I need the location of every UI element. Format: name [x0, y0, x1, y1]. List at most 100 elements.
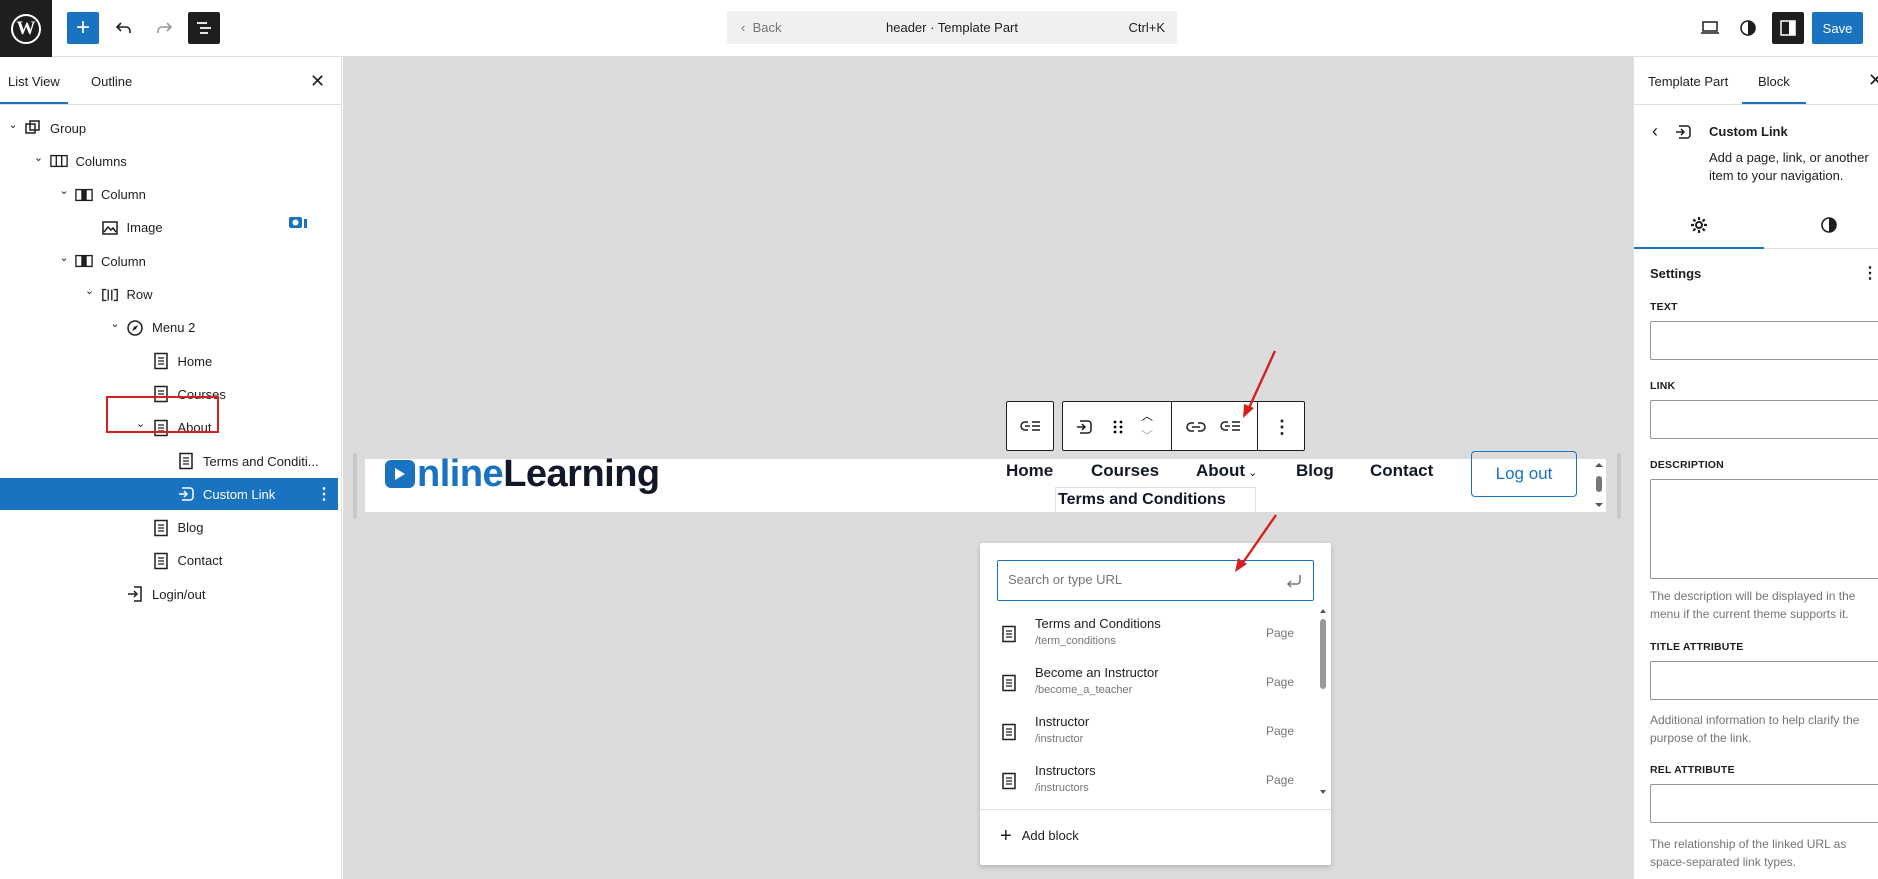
custom-link-icon [177, 485, 195, 503]
more-vertical-icon[interactable]: ⋮ [316, 484, 332, 504]
settings-sidebar: Template Part Block ✕ ‹ Custom Link Add … [1633, 57, 1878, 879]
nav-link-about[interactable]: About ⌄ [1196, 461, 1257, 481]
tree-item-custom-link[interactable]: Custom Link ⋮ [0, 478, 338, 511]
wordpress-logo-button[interactable]: W [0, 0, 52, 57]
tab-block[interactable]: Block [1742, 74, 1806, 104]
tree-item-label: Login/out [152, 586, 206, 602]
result-url: /instructors [1035, 782, 1089, 794]
tree-item-group[interactable]: ⌄ Group [0, 112, 338, 144]
document-title: header · Template Part [886, 20, 1018, 35]
block-card-title: Custom Link [1709, 124, 1788, 139]
tab-template-part[interactable]: Template Part [1648, 74, 1728, 89]
select-parent-button[interactable] [1019, 416, 1041, 438]
drag-icon [1113, 420, 1123, 434]
tree-item-row[interactable]: ⌄ Row [0, 279, 338, 311]
styles-button[interactable] [1732, 12, 1764, 44]
submenu-item[interactable]: Terms and Conditions [1055, 487, 1256, 513]
move-up-button[interactable]: ︿ [1136, 408, 1158, 423]
active-tab-indicator [1634, 247, 1764, 249]
tree-item-contact[interactable]: Contact [0, 545, 338, 577]
add-block-button[interactable]: + Add block [1000, 826, 1079, 846]
link-button[interactable] [1185, 416, 1207, 438]
site-logo[interactable]: nline Learning [385, 452, 660, 496]
add-submenu-button[interactable] [1219, 416, 1241, 438]
document-overview-button[interactable] [188, 12, 220, 44]
desktop-icon [1701, 21, 1719, 34]
close-icon[interactable]: ✕ [1868, 70, 1878, 91]
enter-icon[interactable] [1285, 572, 1303, 590]
undo-button[interactable] [108, 12, 140, 44]
tree-item-menu-2[interactable]: ⌄ Menu 2 [0, 312, 338, 344]
search-result-item[interactable]: Instructors/instructors Page [997, 758, 1300, 807]
chevron-up-icon: ︿ [1140, 408, 1153, 423]
annotation-highlight-box [106, 396, 219, 433]
tree-item-label: Contact [177, 553, 223, 569]
tree-item-column[interactable]: ⌄ Column [0, 179, 338, 211]
description-textarea[interactable] [1650, 479, 1878, 579]
resize-handle-left[interactable] [353, 453, 357, 519]
contrast-icon[interactable] [1820, 216, 1838, 234]
tree-item-login-out[interactable]: Login/out [0, 578, 338, 610]
tree-item-home[interactable]: Home [0, 345, 338, 377]
redo-button[interactable] [148, 12, 180, 44]
move-down-button[interactable]: ﹀ [1136, 428, 1158, 443]
text-field[interactable] [1650, 321, 1878, 360]
tree-item-columns[interactable]: ⌄ Columns [0, 145, 338, 177]
chevron-left-icon[interactable]: ‹ [1652, 121, 1658, 142]
tree-item-column[interactable]: ⌄ Column [0, 245, 338, 277]
more-vertical-icon[interactable]: ⋮ [1862, 263, 1878, 283]
gear-icon[interactable] [1690, 216, 1708, 234]
close-icon[interactable]: ✕ [310, 71, 325, 92]
chevron-down-icon[interactable]: ⌄ [58, 251, 70, 264]
page-icon [1001, 772, 1019, 790]
page-icon [1001, 625, 1019, 643]
nav-link-blog[interactable]: Blog [1296, 461, 1334, 481]
image-badge-icon [289, 217, 307, 228]
search-result-item[interactable]: Instructor/instructor Page [997, 709, 1300, 758]
preview-device-button[interactable] [1694, 12, 1726, 44]
nav-link-courses[interactable]: Courses [1091, 461, 1159, 481]
chevron-down-icon[interactable]: ⌄ [109, 318, 121, 330]
block-type-button[interactable] [1073, 416, 1095, 438]
command-center[interactable]: ‹ Back header · Template Part Ctrl+K [727, 11, 1177, 44]
block-options-button[interactable]: ⋮ [1271, 416, 1293, 438]
url-search-input[interactable] [1008, 572, 1268, 587]
result-title: Instructors [1035, 763, 1096, 778]
chevron-down-icon[interactable]: ⌄ [58, 185, 70, 197]
result-url: /instructor [1035, 733, 1084, 745]
tab-list-view[interactable]: List View [0, 74, 68, 104]
chevron-down-icon[interactable]: ⌄ [7, 118, 19, 131]
tree-item-label: Columns [75, 153, 127, 169]
tree-item-terms-and-conditi[interactable]: Terms and Conditi... [0, 445, 338, 477]
chevron-down-icon[interactable]: ⌄ [33, 151, 45, 164]
settings-section-title: Settings [1650, 266, 1702, 281]
settings-tabs: Template Part Block ✕ [1634, 57, 1878, 105]
save-button[interactable]: Save [1812, 12, 1863, 44]
link-field[interactable] [1650, 400, 1878, 439]
logout-button[interactable]: Log out [1471, 451, 1577, 497]
chevron-down-icon[interactable]: ⌄ [84, 285, 96, 297]
preview-scrollbar[interactable] [1592, 460, 1606, 510]
page-icon [1001, 723, 1019, 741]
settings-toggle-button[interactable] [1772, 12, 1804, 44]
chevron-down-icon: ﹀ [1140, 428, 1153, 443]
logo-text: Learning [503, 452, 660, 495]
title-attribute-field[interactable] [1650, 661, 1878, 700]
rel-attribute-help: The relationship of the linked URL as sp… [1650, 837, 1847, 869]
block-inserter-button[interactable]: + [67, 12, 99, 44]
page-icon [152, 352, 170, 370]
nav-link-home[interactable]: Home [1006, 461, 1053, 481]
tree-item-blog[interactable]: Blog [0, 512, 338, 544]
search-result-item[interactable]: Become an Instructor/become_a_teacher Pag… [997, 660, 1300, 709]
url-search-field[interactable] [997, 560, 1314, 601]
columns-icon [49, 152, 68, 170]
tab-outline[interactable]: Outline [91, 74, 132, 89]
drag-handle[interactable] [1107, 416, 1129, 438]
search-result-item[interactable]: Terms and Conditions/term_conditions Page [997, 611, 1300, 660]
rel-attribute-field[interactable] [1650, 784, 1878, 823]
results-scrollbar[interactable] [1318, 607, 1328, 797]
resize-handle-right[interactable] [1617, 453, 1621, 519]
submenu-icon [1020, 421, 1040, 431]
play-icon [385, 460, 415, 488]
nav-link-contact[interactable]: Contact [1370, 461, 1433, 481]
